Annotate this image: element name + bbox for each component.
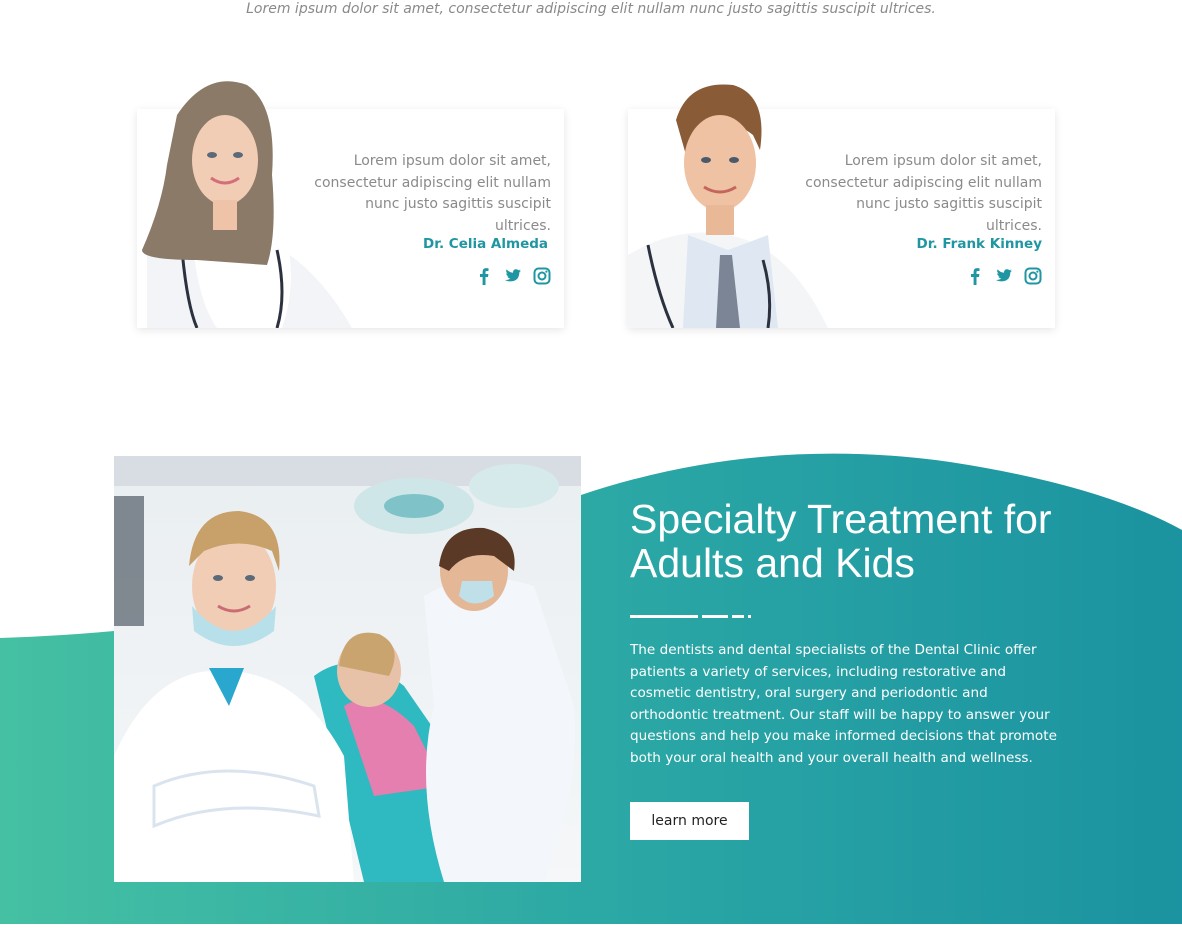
instagram-icon[interactable] bbox=[533, 267, 551, 285]
intro-text: Lorem ipsum dolor sit amet, consectetur … bbox=[246, 1, 936, 17]
facebook-icon[interactable] bbox=[966, 267, 984, 285]
instagram-icon[interactable] bbox=[1024, 267, 1042, 285]
facebook-icon[interactable] bbox=[475, 267, 493, 285]
doctor-bio: Lorem ipsum dolor sit amet, consectetur … bbox=[805, 153, 1042, 234]
doctor-name: Dr. Frank Kinney bbox=[916, 236, 1042, 252]
learn-more-button[interactable]: learn more bbox=[630, 802, 749, 840]
section-title: Specialty Treatment for Adults and Kids bbox=[630, 496, 1052, 586]
clinic-photo bbox=[114, 456, 581, 882]
twitter-icon[interactable] bbox=[995, 267, 1013, 285]
section-description: The dentists and dental specialists of t… bbox=[630, 642, 1057, 766]
doctor-card-frank: Lorem ipsum dolor sit amet, consectetur … bbox=[628, 84, 1055, 328]
doctor-bio: Lorem ipsum dolor sit amet, consectetur … bbox=[314, 153, 551, 234]
social-links bbox=[475, 267, 551, 285]
doctor-name: Dr. Celia Almeda bbox=[423, 236, 548, 252]
twitter-icon[interactable] bbox=[504, 267, 522, 285]
title-divider bbox=[630, 615, 751, 618]
social-links bbox=[966, 267, 1042, 285]
doctor-card-celia: Lorem ipsum dolor sit amet, consectetur … bbox=[137, 81, 564, 328]
